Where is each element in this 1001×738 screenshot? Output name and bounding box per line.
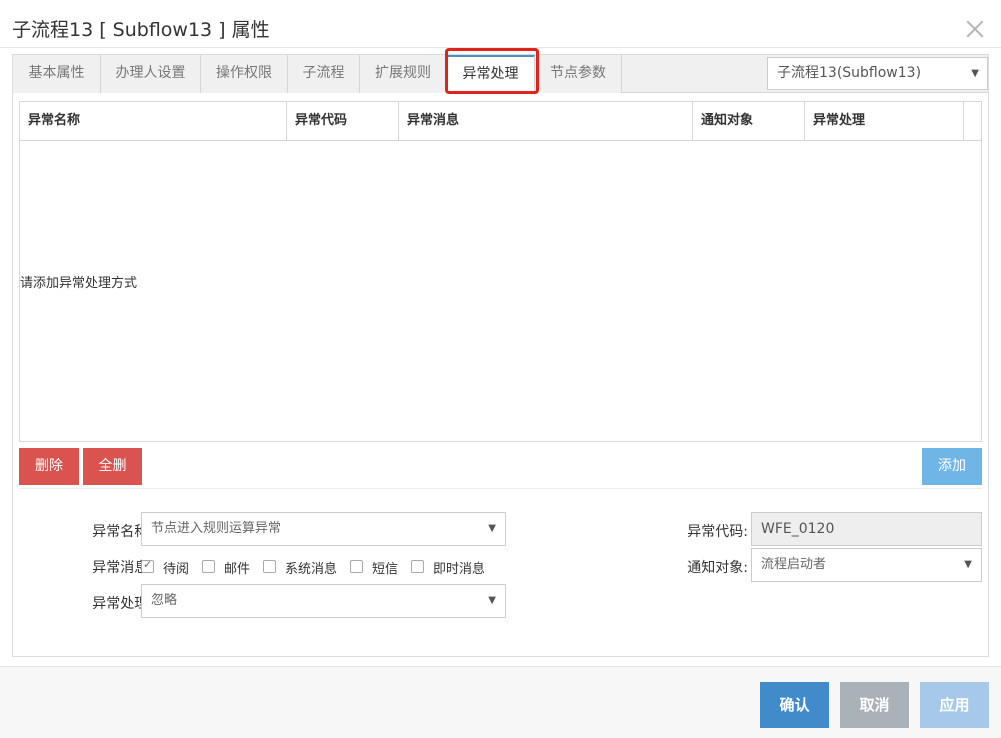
tab-basic-properties[interactable]: 基本属性: [13, 55, 101, 93]
checkbox-label: 邮件: [224, 562, 251, 577]
tab-handler-settings[interactable]: 办理人设置: [101, 55, 201, 93]
checkbox-label: 短信: [372, 562, 399, 577]
exception-name-value: 节点进入规则运算异常: [151, 521, 282, 536]
properties-panel: 基本属性 办理人设置 操作权限 子流程 扩展规则 异常处理 节点参数 子流程13…: [12, 48, 989, 657]
exception-name-label: 异常名称:: [92, 524, 153, 540]
caret-down-icon: ▼: [971, 68, 979, 79]
exception-message-options: 待阅 邮件 系统消息 短信 即时消息: [141, 558, 501, 577]
cancel-button[interactable]: 取消: [840, 682, 909, 728]
exception-code-field: WFE_0120: [751, 512, 982, 546]
exception-handling-value: 忽略: [151, 593, 178, 608]
checkbox-label: 系统消息: [285, 562, 338, 577]
notify-target-label: 通知对象:: [687, 560, 748, 576]
checkbox-label: 待阅: [163, 562, 190, 577]
apply-button[interactable]: 应用: [920, 682, 989, 728]
close-icon[interactable]: [965, 19, 985, 39]
exception-handling-label: 异常处理:: [92, 596, 153, 612]
grid-empty-message: 请添加异常处理方式: [20, 276, 138, 291]
dialog-titlebar: 子流程13 [ Subflow13 ] 属性: [0, 0, 1001, 48]
node-select[interactable]: 子流程13(Subflow13) ▼: [767, 57, 988, 90]
add-button[interactable]: 添加: [922, 448, 982, 485]
delete-all-button[interactable]: 全删: [83, 448, 142, 485]
delete-button[interactable]: 删除: [19, 448, 79, 485]
confirm-button[interactable]: 确认: [760, 682, 829, 728]
exception-handling-select[interactable]: 忽略 ▼: [141, 584, 506, 618]
checkbox-pending-read[interactable]: [141, 558, 154, 573]
notify-target-select[interactable]: 流程启动者 ▼: [751, 548, 982, 582]
tab-subflow[interactable]: 子流程: [288, 55, 360, 93]
exception-message-label: 异常消息:: [92, 560, 153, 576]
exception-name-select[interactable]: 节点进入规则运算异常 ▼: [141, 512, 506, 546]
caret-down-icon: ▼: [488, 523, 496, 534]
checkbox-email[interactable]: [202, 560, 215, 573]
checkbox-label: 即时消息: [433, 562, 486, 577]
checkbox-system-message[interactable]: [263, 560, 276, 573]
exception-grid: 异常名称 异常代码 异常消息 通知对象 异常处理 请添加异常处理方式: [19, 101, 982, 442]
tab-node-parameters[interactable]: 节点参数: [535, 55, 622, 93]
tab-exception-handling[interactable]: 异常处理: [447, 55, 535, 94]
caret-down-icon: ▼: [488, 595, 496, 606]
column-header[interactable]: 异常处理: [805, 102, 964, 140]
column-header[interactable]: 异常代码: [287, 102, 399, 140]
exception-code-value: WFE_0120: [761, 521, 835, 537]
exception-code-label: 异常代码:: [687, 524, 748, 540]
dialog-footer: 确认 取消 应用: [0, 666, 1001, 738]
tab-bar: 基本属性 办理人设置 操作权限 子流程 扩展规则 异常处理 节点参数 子流程13…: [13, 48, 988, 94]
column-header[interactable]: 异常名称: [20, 102, 287, 140]
caret-down-icon: ▼: [964, 559, 972, 570]
column-header[interactable]: 异常消息: [399, 102, 693, 140]
tab-extension-rules[interactable]: 扩展规则: [360, 55, 447, 93]
divider: [19, 488, 982, 489]
checkbox-instant-message[interactable]: [411, 560, 424, 573]
grid-header: 异常名称 异常代码 异常消息 通知对象 异常处理: [20, 102, 981, 141]
dialog-title: 子流程13 [ Subflow13 ] 属性: [12, 19, 270, 41]
tab-permissions[interactable]: 操作权限: [201, 55, 288, 93]
column-header[interactable]: 通知对象: [693, 102, 805, 140]
node-select-value: 子流程13(Subflow13): [777, 65, 922, 81]
notify-target-value: 流程启动者: [761, 557, 827, 572]
checkbox-sms[interactable]: [350, 560, 363, 573]
